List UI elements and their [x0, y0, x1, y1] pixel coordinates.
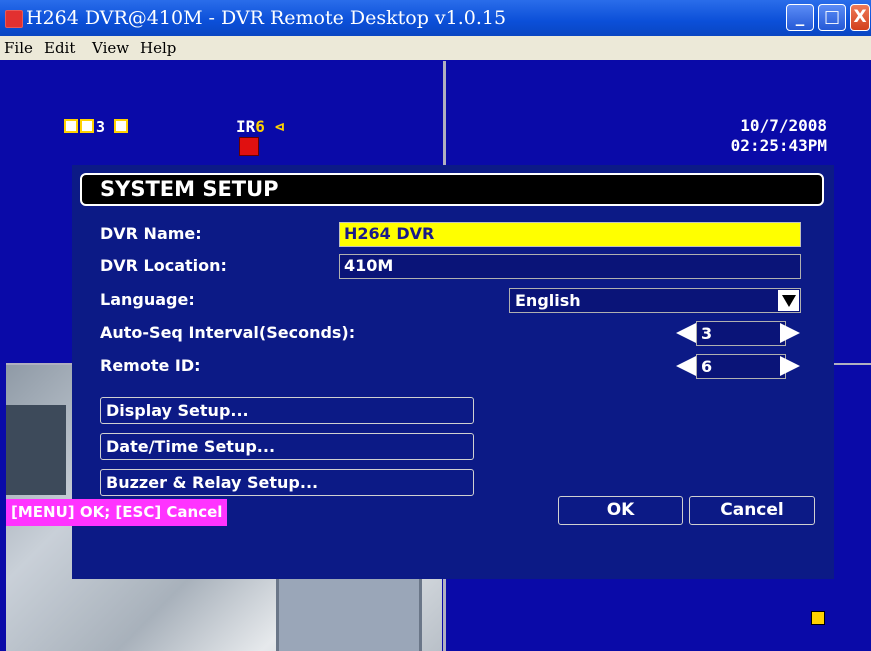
camera-number: 3: [96, 118, 106, 136]
camera-feed-box: [276, 575, 422, 651]
date-text: 10/7/2008: [740, 116, 827, 135]
dvr-location-label: DVR Location:: [100, 256, 227, 275]
remote-id-label: Remote ID:: [100, 356, 201, 375]
display-setup-button[interactable]: Display Setup...: [100, 397, 474, 424]
camera-square-icon: [114, 119, 129, 133]
remote-id-value: 6: [696, 354, 786, 379]
dvr-name-field[interactable]: H264 DVR: [339, 222, 801, 247]
camera-status-indicator: 3: [64, 118, 130, 136]
autoseq-label: Auto-Seq Interval(Seconds):: [100, 323, 356, 342]
window-titlebar: H264 DVR@410M - DVR Remote Desktop v1.0.…: [0, 0, 871, 36]
menu-view[interactable]: View: [92, 36, 129, 60]
dialog-title: SYSTEM SETUP: [80, 173, 824, 206]
chevron-down-icon[interactable]: [778, 290, 799, 311]
menu-file[interactable]: File: [4, 36, 33, 60]
dvr-name-label: DVR Name:: [100, 224, 202, 243]
language-label: Language:: [100, 290, 195, 309]
dvr-screen: 3 IR6 ⊲ 10/7/2008 02:25:43PM SYSTEM SETUP…: [6, 61, 871, 651]
arrow-left-icon[interactable]: [676, 356, 696, 376]
minimize-button[interactable]: _: [786, 4, 814, 31]
camera-feed-shelf: [6, 405, 66, 495]
menu-bar: File Edit View Help: [0, 36, 871, 60]
language-dropdown[interactable]: English: [509, 288, 801, 313]
language-value: English: [515, 291, 581, 310]
window-title: H264 DVR@410M - DVR Remote Desktop v1.0.…: [26, 7, 507, 29]
arrow-right-icon[interactable]: [780, 356, 800, 376]
menu-edit[interactable]: Edit: [44, 36, 75, 60]
camera-square-icon: [64, 119, 78, 133]
record-icon: [239, 137, 259, 156]
ok-button[interactable]: OK: [558, 496, 683, 525]
close-button[interactable]: X: [850, 4, 870, 31]
ir-indicator: IR6 ⊲: [236, 117, 285, 136]
arrow-right-icon[interactable]: [780, 323, 800, 343]
keyboard-hint: [MENU] OK; [ESC] Cancel: [6, 499, 228, 526]
maximize-button[interactable]: □: [818, 4, 846, 31]
remote-id-stepper[interactable]: 6: [676, 354, 800, 379]
datetime-setup-button[interactable]: Date/Time Setup...: [100, 433, 474, 460]
app-icon: [5, 10, 23, 28]
buzzer-relay-setup-button[interactable]: Buzzer & Relay Setup...: [100, 469, 474, 496]
camera-square-icon: [80, 119, 94, 133]
autoseq-value: 3: [696, 321, 786, 346]
cancel-button[interactable]: Cancel: [689, 496, 815, 525]
autoseq-stepper[interactable]: 3: [676, 321, 800, 346]
dvr-location-field[interactable]: 410M: [339, 254, 801, 279]
datetime-display: 10/7/2008 02:25:43PM: [731, 116, 827, 156]
network-icon: [811, 611, 825, 625]
ir-value: 6: [255, 117, 265, 136]
arrow-left-icon[interactable]: [676, 323, 696, 343]
menu-help[interactable]: Help: [140, 36, 176, 60]
speaker-icon: ⊲: [274, 117, 285, 136]
ir-label: IR: [236, 117, 256, 136]
time-text: 02:25:43PM: [730, 136, 827, 155]
